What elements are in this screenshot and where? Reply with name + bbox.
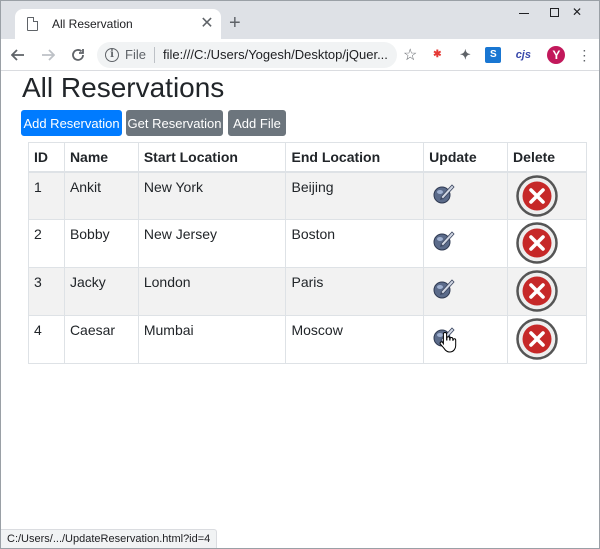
cell-delete [507,171,587,220]
cell-start-location: Mumbai [137,315,287,364]
header-end-location: End Location [285,142,425,173]
cell-id: 3 [28,267,65,316]
cell-name: Jacky [63,267,139,316]
header-update: Update [423,142,509,173]
delete-x-icon[interactable] [516,222,558,264]
edit-pen-icon[interactable] [432,181,456,205]
table-row: 3 Jacky London Paris [28,267,587,316]
header-delete: Delete [507,142,587,173]
cell-end-location: Paris [285,267,425,316]
reload-icon [72,48,84,61]
pdf-extension-icon[interactable]: ✱ [429,47,445,63]
cell-delete [507,315,587,364]
delete-x-icon[interactable] [516,318,558,360]
page-content: All Reservations Add Reservation Get Res… [1,72,599,548]
header-start-location: Start Location [137,142,287,173]
cell-id: 2 [28,219,65,268]
browser-toolbar: i File file:///C:/Users/Yogesh/Desktop/j… [1,39,599,71]
cell-id: 1 [28,171,65,220]
header-id: ID [28,142,65,173]
s-extension-icon[interactable]: S [485,46,502,63]
reload-button[interactable] [65,42,91,68]
add-file-button[interactable]: Add File [228,110,286,136]
status-bar: C:/Users/.../UpdateReservation.html?id=4 [1,529,218,548]
address-separator [153,46,155,63]
forward-arrow-icon [42,48,55,61]
back-arrow-icon [11,48,24,61]
minimize-button[interactable] [509,1,539,23]
table-row: 1 Ankit New York Beijing [28,171,587,220]
table-row: 2 Bobby New Jersey Boston [28,219,587,268]
add-reservation-button[interactable]: Add Reservation [21,110,122,136]
cell-update [423,267,509,316]
cell-name: Ankit [63,171,139,220]
document-icon [27,17,38,31]
reservations-table: ID Name Start Location End Location Upda… [28,142,587,364]
cell-end-location: Beijing [285,171,425,220]
cell-delete [507,219,587,268]
profile-avatar[interactable]: Y [547,45,566,64]
cell-update [423,315,509,364]
address-bar[interactable]: i File file:///C:/Users/Yogesh/Desktop/j… [97,41,397,68]
tab-close-icon[interactable]: ✕ [197,16,217,32]
tab-strip: All Reservation ✕ + ✕ [1,1,599,39]
tab-title: All Reservation [52,17,133,31]
delete-x-icon[interactable] [516,174,558,217]
address-scheme: File [125,47,146,62]
bookmark-star-icon[interactable]: ☆ [403,45,417,65]
hand-cursor-icon [439,331,457,353]
new-tab-button[interactable]: + [229,13,241,33]
browser-window: All Reservation ✕ + ✕ i File file:///C:/… [0,0,600,549]
table-row: 4 Caesar Mumbai Moscow [28,315,587,364]
cell-end-location: Boston [285,219,425,268]
cjs-extension-icon[interactable]: cjs [513,47,533,63]
cell-name: Bobby [63,219,139,268]
cell-start-location: London [137,267,287,316]
cell-delete [507,267,587,316]
address-url: file:///C:/Users/Yogesh/Desktop/jQuer... [162,47,388,62]
cell-update [423,219,509,268]
edit-pen-icon[interactable] [432,228,456,252]
cell-update [423,171,509,220]
edit-pen-icon[interactable] [432,276,456,300]
delete-x-icon[interactable] [516,270,558,312]
table-header-row: ID Name Start Location End Location Upda… [28,142,587,173]
close-window-button[interactable]: ✕ [555,1,599,23]
cell-start-location: New Jersey [137,219,287,268]
forward-button[interactable] [35,42,61,68]
cell-id: 4 [28,315,65,364]
browser-tab[interactable]: All Reservation ✕ [15,9,221,39]
cell-end-location: Moscow [285,315,425,364]
cell-name: Caesar [63,315,139,364]
back-button[interactable] [5,42,31,68]
page-title: All Reservations [22,72,225,103]
minimize-icon [519,12,529,14]
header-name: Name [63,142,139,173]
get-reservation-button[interactable]: Get Reservation [126,110,223,136]
menu-dots-icon[interactable]: ⋮ [577,48,591,62]
cell-start-location: New York [137,171,287,220]
info-icon[interactable]: i [105,47,119,62]
bug-extension-icon[interactable]: ✦ [457,47,473,63]
